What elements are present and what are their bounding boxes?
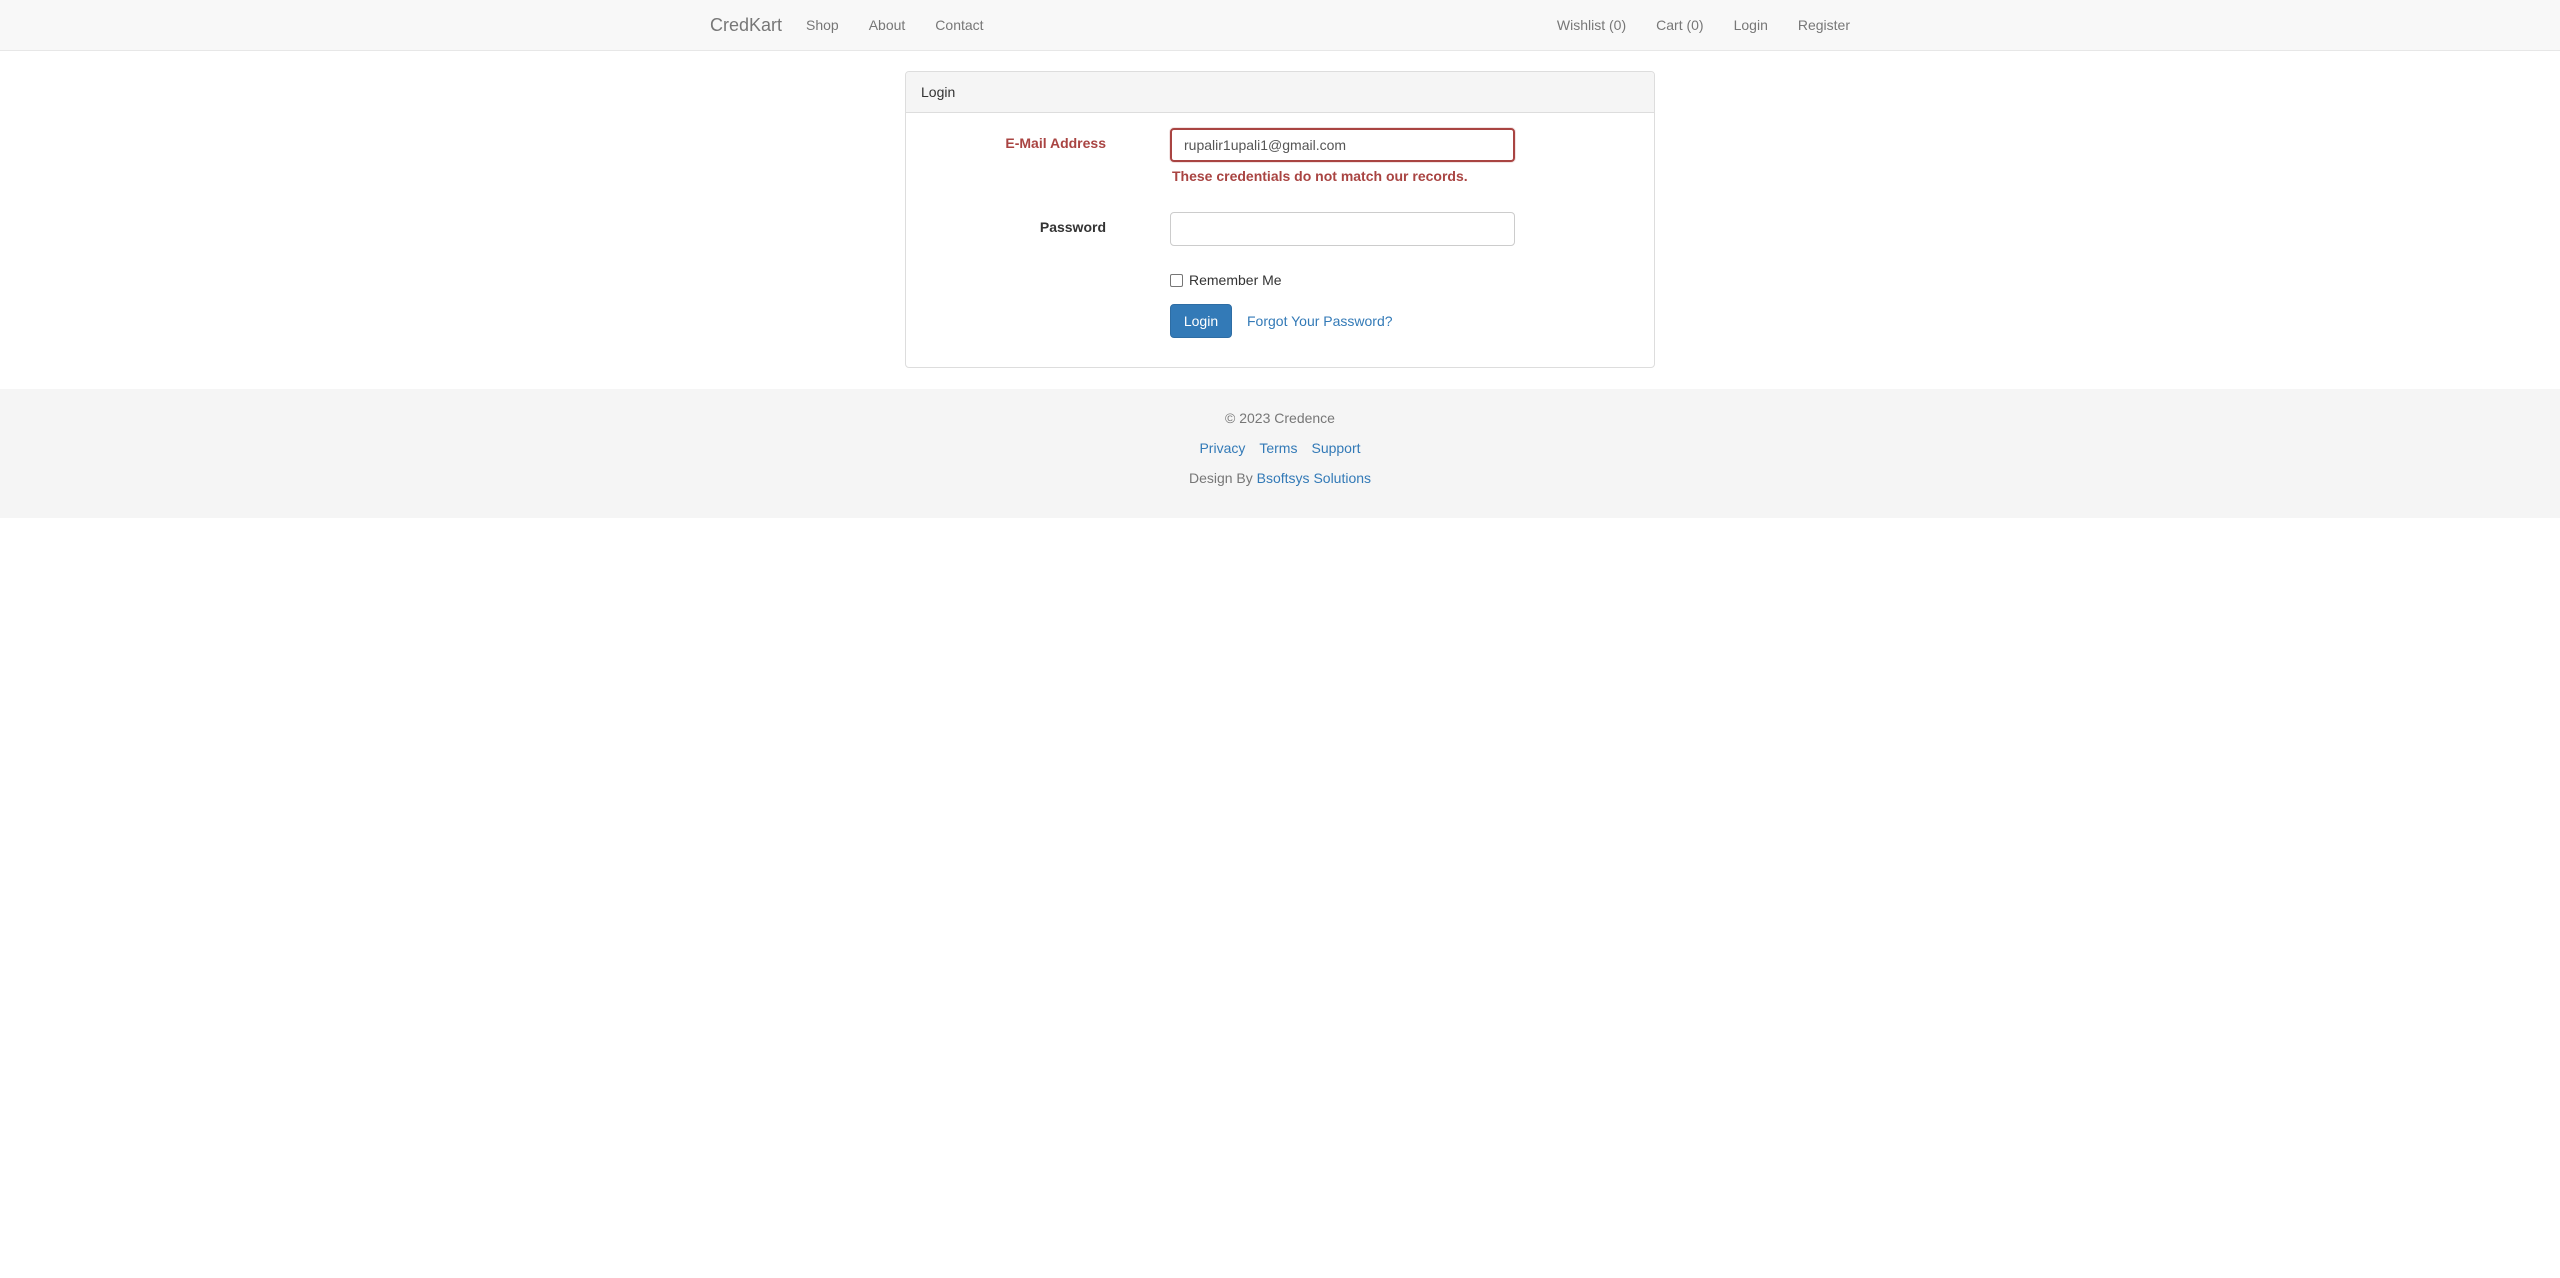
nav-left-menu: Shop About Contact — [791, 0, 999, 50]
nav-register-link[interactable]: Register — [1783, 0, 1850, 50]
design-by-label: Design By — [1188, 470, 1257, 486]
remember-me-row: Remember Me — [1170, 272, 1282, 288]
nav-shop-link[interactable]: Shop — [791, 0, 854, 50]
nav-wishlist-link[interactable]: Wishlist (0) — [1542, 0, 1641, 50]
design-by-link[interactable]: Bsoftsys Solutions — [1257, 470, 1371, 486]
footer-links-row: Privacy Terms Support — [0, 440, 2560, 456]
nav-contact-link[interactable]: Contact — [920, 0, 998, 50]
email-label: E-Mail Address — [1005, 135, 1106, 151]
footer-support-link[interactable]: Support — [1311, 440, 1360, 456]
page-footer: © 2023 Credence Privacy Terms Support De… — [0, 389, 2560, 518]
copyright-text: © 2023 Credence — [1225, 410, 1335, 426]
remember-me-label[interactable]: Remember Me — [1189, 272, 1282, 288]
nav-cart-link[interactable]: Cart (0) — [1641, 0, 1718, 50]
footer-privacy-link[interactable]: Privacy — [1199, 440, 1245, 456]
design-by-row: Design By Bsoftsys Solutions — [0, 470, 2560, 486]
password-field[interactable] — [1170, 212, 1515, 246]
forgot-password-link[interactable]: Forgot Your Password? — [1247, 313, 1393, 329]
top-navbar: CredKart Shop About Contact Wishlist (0)… — [0, 0, 2560, 51]
email-field[interactable] — [1170, 128, 1515, 162]
remember-me-checkbox[interactable] — [1170, 273, 1183, 287]
email-error-message: These credentials do not match our recor… — [1172, 168, 1468, 184]
nav-right-menu: Wishlist (0) Cart (0) Login Register — [1542, 0, 1850, 50]
nav-about-link[interactable]: About — [854, 0, 921, 50]
footer-terms-link[interactable]: Terms — [1259, 440, 1297, 456]
login-panel: Login E-Mail Address These credentials d… — [905, 71, 1655, 368]
panel-heading: Login — [906, 72, 1654, 113]
nav-login-link[interactable]: Login — [1719, 0, 1783, 50]
login-button[interactable]: Login — [1170, 304, 1232, 338]
navbar-container: CredKart Shop About Contact Wishlist (0)… — [695, 0, 1865, 50]
password-label: Password — [1039, 219, 1106, 235]
brand-logo-link[interactable]: CredKart — [710, 0, 782, 50]
